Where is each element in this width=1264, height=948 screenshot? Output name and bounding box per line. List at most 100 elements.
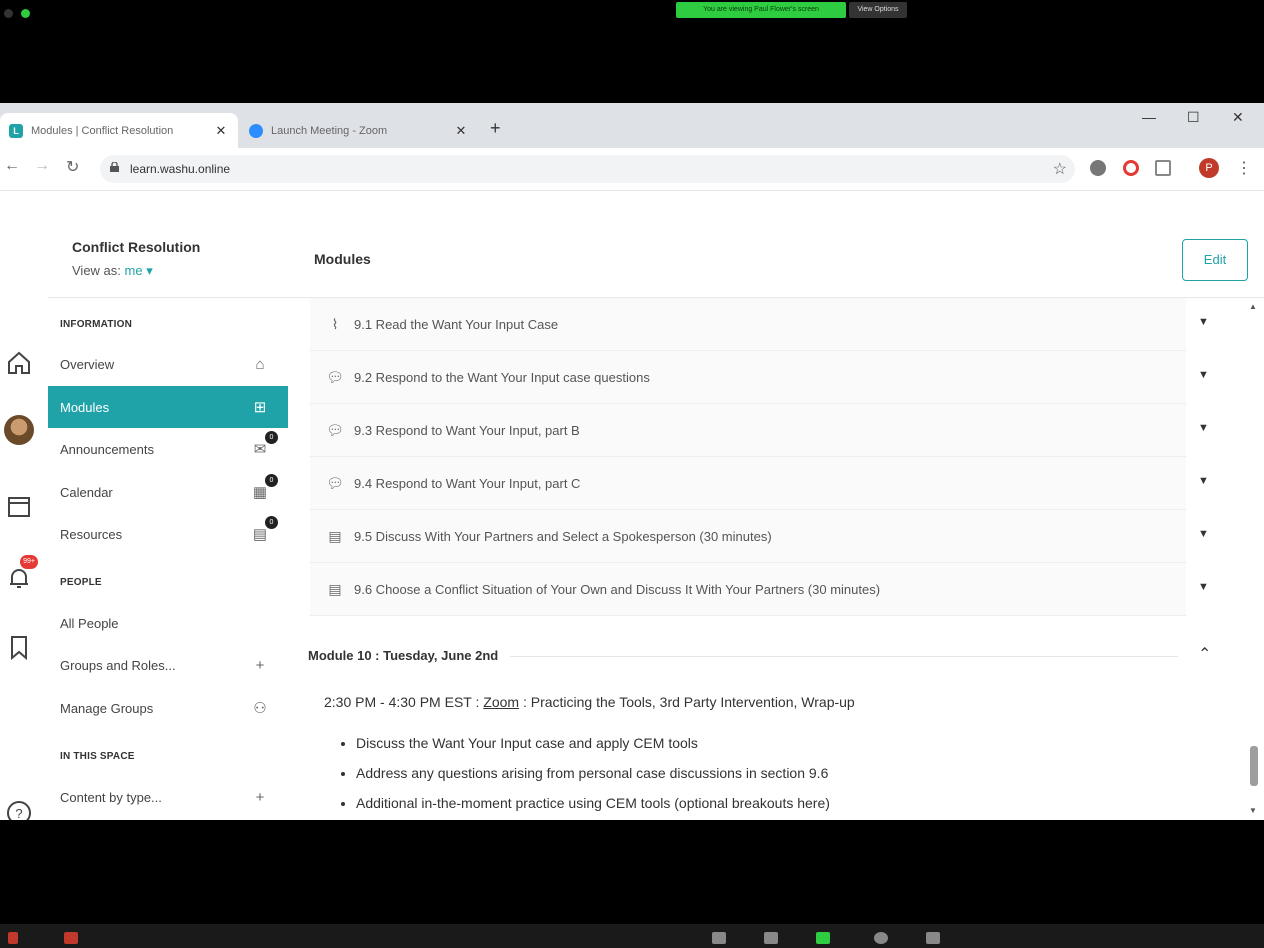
- zoom-link[interactable]: Zoom: [483, 694, 519, 710]
- home-icon[interactable]: [5, 349, 33, 377]
- extension-icon[interactable]: [1090, 160, 1106, 176]
- discussion-icon: 💬︎: [326, 368, 344, 385]
- video-off-icon[interactable]: [64, 932, 78, 944]
- count-badge: 0: [265, 474, 278, 487]
- scroll-down-icon[interactable]: ▼: [1249, 806, 1257, 815]
- plus-icon[interactable]: +: [250, 787, 270, 807]
- count-badge: 0: [265, 431, 278, 444]
- sidebar-item-all-people[interactable]: All People: [48, 602, 288, 644]
- back-icon[interactable]: ←: [4, 157, 20, 175]
- course-title: Conflict Resolution: [72, 239, 201, 255]
- main-content: Modules Edit ⌇ 9.1 Read the Want Your In…: [290, 225, 1264, 820]
- module-item[interactable]: 💬︎ 9.3 Respond to Want Your Input, part …: [310, 404, 1209, 457]
- module-9-items: ⌇ 9.1 Read the Want Your Input Case ▼ 💬︎…: [310, 298, 1209, 616]
- module-item-label: 9.2 Respond to the Want Your Input case …: [354, 369, 650, 385]
- discussion-icon: 💬︎: [326, 421, 344, 438]
- sidebar-item-label: Calendar: [60, 484, 113, 500]
- url-text: learn.washu.online: [130, 162, 231, 176]
- view-options-button[interactable]: View Options: [849, 2, 907, 18]
- chat-icon[interactable]: [764, 932, 778, 944]
- sidebar-item-manage-groups[interactable]: Manage Groups ⚇: [48, 687, 288, 729]
- view-as-value[interactable]: me: [125, 263, 143, 278]
- modules-list: ⌇ 9.1 Read the Want Your Input Case ▼ 💬︎…: [290, 298, 1246, 820]
- course-header: Conflict Resolution View as: me ▾: [48, 225, 290, 298]
- reload-icon[interactable]: ↻: [66, 157, 79, 177]
- reactions-icon[interactable]: [926, 932, 940, 944]
- module-10-header[interactable]: Module 10 : Tuesday, June 2nd ⌃: [308, 642, 1211, 672]
- record-icon[interactable]: [874, 932, 888, 944]
- expand-caret-icon[interactable]: ▼: [1198, 369, 1209, 381]
- close-tab-icon[interactable]: ✕: [452, 123, 470, 139]
- groups-icon: ⚇: [253, 700, 267, 717]
- module-heading: Module 10 : Tuesday, June 2nd: [308, 648, 511, 663]
- expand-caret-icon[interactable]: ▼: [1198, 316, 1209, 328]
- section-information: INFORMATION: [60, 319, 133, 330]
- sidebar-item-calendar[interactable]: Calendar ▦ 0: [48, 471, 288, 513]
- module-item-label: 9.5 Discuss With Your Partners and Selec…: [354, 528, 772, 544]
- tab-modules[interactable]: L Modules | Conflict Resolution ✕: [0, 113, 238, 148]
- sidebar-item-announcements[interactable]: Announcements ✉ 0: [48, 428, 288, 470]
- zoom-control-bar: [0, 924, 1264, 948]
- sidebar-item-overview[interactable]: Overview ⌂: [48, 343, 288, 385]
- participants-icon[interactable]: [712, 932, 726, 944]
- avatar[interactable]: [4, 415, 34, 445]
- maximize-icon[interactable]: ☐: [1187, 109, 1200, 126]
- list-item: Address any questions arising from perso…: [356, 758, 830, 788]
- global-nav-rail: 99+ ?: [0, 225, 49, 820]
- module-item[interactable]: 💬︎ 9.4 Respond to Want Your Input, part …: [310, 457, 1209, 510]
- caret-down-icon[interactable]: ▾: [146, 263, 153, 278]
- address-bar[interactable]: learn.washu.online ☆: [100, 155, 1075, 183]
- edit-button[interactable]: Edit: [1182, 239, 1248, 281]
- sidebar-item-modules[interactable]: Modules ⊞: [48, 386, 288, 428]
- sidebar-item-label: Resources: [60, 526, 123, 542]
- scrollbar[interactable]: ▲ ▼: [1248, 298, 1260, 820]
- sidebar-item-groups-and-roles[interactable]: Groups and Roles... +: [48, 644, 288, 686]
- sidebar-item-resources[interactable]: Resources ▤ 0: [48, 513, 288, 555]
- learning-app: 99+ ? Conflict Resolution View as: me ▾ …: [0, 225, 1264, 820]
- sidebar-item-label: All People: [60, 615, 119, 631]
- module-item[interactable]: ▤ 9.5 Discuss With Your Partners and Sel…: [310, 510, 1209, 563]
- session-time: 2:30 PM - 4:30 PM EST :: [324, 694, 480, 710]
- close-window-icon[interactable]: ✕: [1232, 109, 1244, 126]
- tab-zoom[interactable]: Launch Meeting - Zoom ✕: [240, 113, 478, 148]
- calendar-icon[interactable]: [6, 493, 32, 519]
- scroll-up-icon[interactable]: ▲: [1249, 302, 1257, 311]
- bookmark-star-icon[interactable]: ☆: [1053, 159, 1067, 179]
- forward-icon[interactable]: →: [34, 157, 50, 175]
- expand-caret-icon[interactable]: ▼: [1198, 475, 1209, 487]
- expand-caret-icon[interactable]: ▼: [1198, 422, 1209, 434]
- learn-favicon-icon: L: [9, 123, 23, 138]
- opera-icon[interactable]: [1123, 160, 1139, 176]
- sidebar-item-content-by-type[interactable]: Content by type... +: [48, 776, 288, 818]
- module-item-label: 9.1 Read the Want Your Input Case: [354, 316, 559, 332]
- browser-menu-icon[interactable]: ⋮: [1236, 158, 1252, 178]
- extension-puzzle-icon[interactable]: [1155, 160, 1171, 176]
- scrollbar-thumb[interactable]: [1250, 746, 1258, 786]
- main-header: Modules Edit: [290, 225, 1264, 298]
- tab-strip: L Modules | Conflict Resolution ✕ Launch…: [0, 103, 1264, 148]
- plus-icon[interactable]: +: [250, 655, 270, 675]
- profile-avatar[interactable]: P: [1199, 158, 1219, 178]
- help-icon[interactable]: ?: [5, 799, 33, 820]
- mute-icon[interactable]: [8, 932, 18, 944]
- bookmark-icon[interactable]: [8, 635, 30, 661]
- announcement-icon: ✉ 0: [250, 431, 278, 459]
- section-in-this-space: IN THIS SPACE: [60, 751, 135, 762]
- browser-window: L Modules | Conflict Resolution ✕ Launch…: [0, 103, 1264, 820]
- window-dots: [4, 9, 30, 18]
- expand-caret-icon[interactable]: ▼: [1198, 581, 1209, 593]
- minimize-icon[interactable]: —: [1142, 109, 1156, 125]
- view-as-label: View as:: [72, 263, 121, 278]
- tab-title: Launch Meeting - Zoom: [271, 124, 388, 137]
- list-item: Discuss the Want Your Input case and app…: [356, 728, 830, 758]
- expand-caret-icon[interactable]: ▼: [1198, 528, 1209, 540]
- module-item[interactable]: ▤ 9.6 Choose a Conflict Situation of You…: [310, 563, 1209, 616]
- chevron-up-icon[interactable]: ⌃: [1198, 644, 1211, 664]
- close-tab-icon[interactable]: ✕: [212, 123, 230, 139]
- share-screen-icon[interactable]: [816, 932, 830, 944]
- module-item[interactable]: ⌇ 9.1 Read the Want Your Input Case ▼: [310, 298, 1209, 351]
- module-item[interactable]: 💬︎ 9.2 Respond to the Want Your Input ca…: [310, 351, 1209, 404]
- view-as[interactable]: View as: me ▾: [72, 263, 153, 279]
- new-tab-button[interactable]: +: [490, 118, 501, 139]
- share-banner: You are viewing Paul Flower's screen: [676, 2, 846, 18]
